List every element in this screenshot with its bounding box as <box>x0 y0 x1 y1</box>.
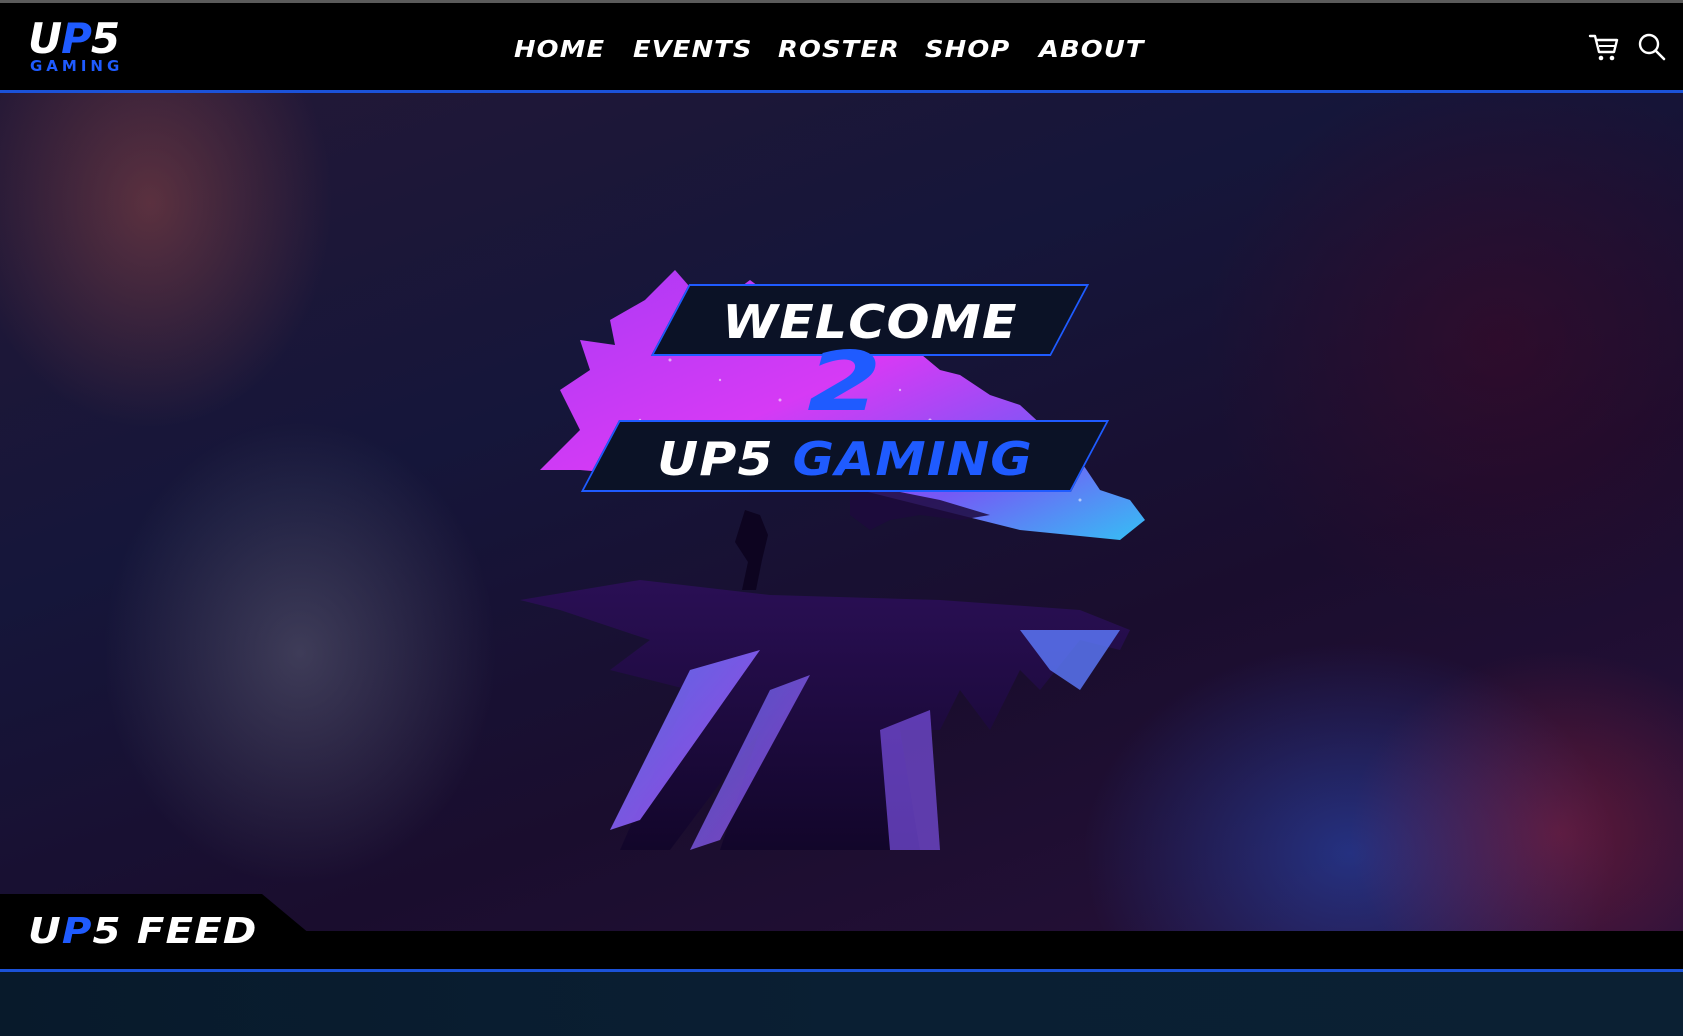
wolf-silhouette-artwork <box>520 270 1145 850</box>
site-header: UP5 GAMING HOME EVENTS ROSTER SHOP ABOUT <box>0 3 1683 93</box>
nav-about[interactable]: ABOUT <box>1039 35 1145 65</box>
brand-banner-text: UP5 GAMING <box>603 433 1087 485</box>
brand-gaming: GAMING <box>792 432 1033 486</box>
nav-shop[interactable]: SHOP <box>925 35 1010 65</box>
nav-roster[interactable]: ROSTER <box>778 35 900 65</box>
feed-title-u: U <box>28 911 62 952</box>
nav-events[interactable]: EVENTS <box>633 35 753 65</box>
welcome-two-text: 2 <box>807 335 883 430</box>
logo-letter-5: 5 <box>90 14 120 63</box>
feed-content-area <box>0 972 1683 1036</box>
cart-icon[interactable] <box>1588 31 1620 63</box>
logo-wordmark: UP5 <box>28 14 120 63</box>
logo-subtitle: GAMING <box>30 57 124 75</box>
logo-letter-u: U <box>28 14 62 63</box>
site-logo[interactable]: UP5 GAMING <box>28 15 154 77</box>
logo-letter-p: P <box>61 14 92 63</box>
feed-title: UP5 FEED <box>28 910 257 954</box>
page: UP5 GAMING HOME EVENTS ROSTER SHOP ABOUT <box>0 0 1683 1036</box>
feed-title-rest: 5 FEED <box>92 911 258 952</box>
feed-title-p: P <box>61 911 93 952</box>
brand-up5: UP5 <box>657 432 774 486</box>
search-icon[interactable] <box>1637 32 1667 62</box>
main-nav: HOME EVENTS ROSTER SHOP ABOUT <box>514 35 1144 65</box>
nav-home[interactable]: HOME <box>514 35 605 65</box>
